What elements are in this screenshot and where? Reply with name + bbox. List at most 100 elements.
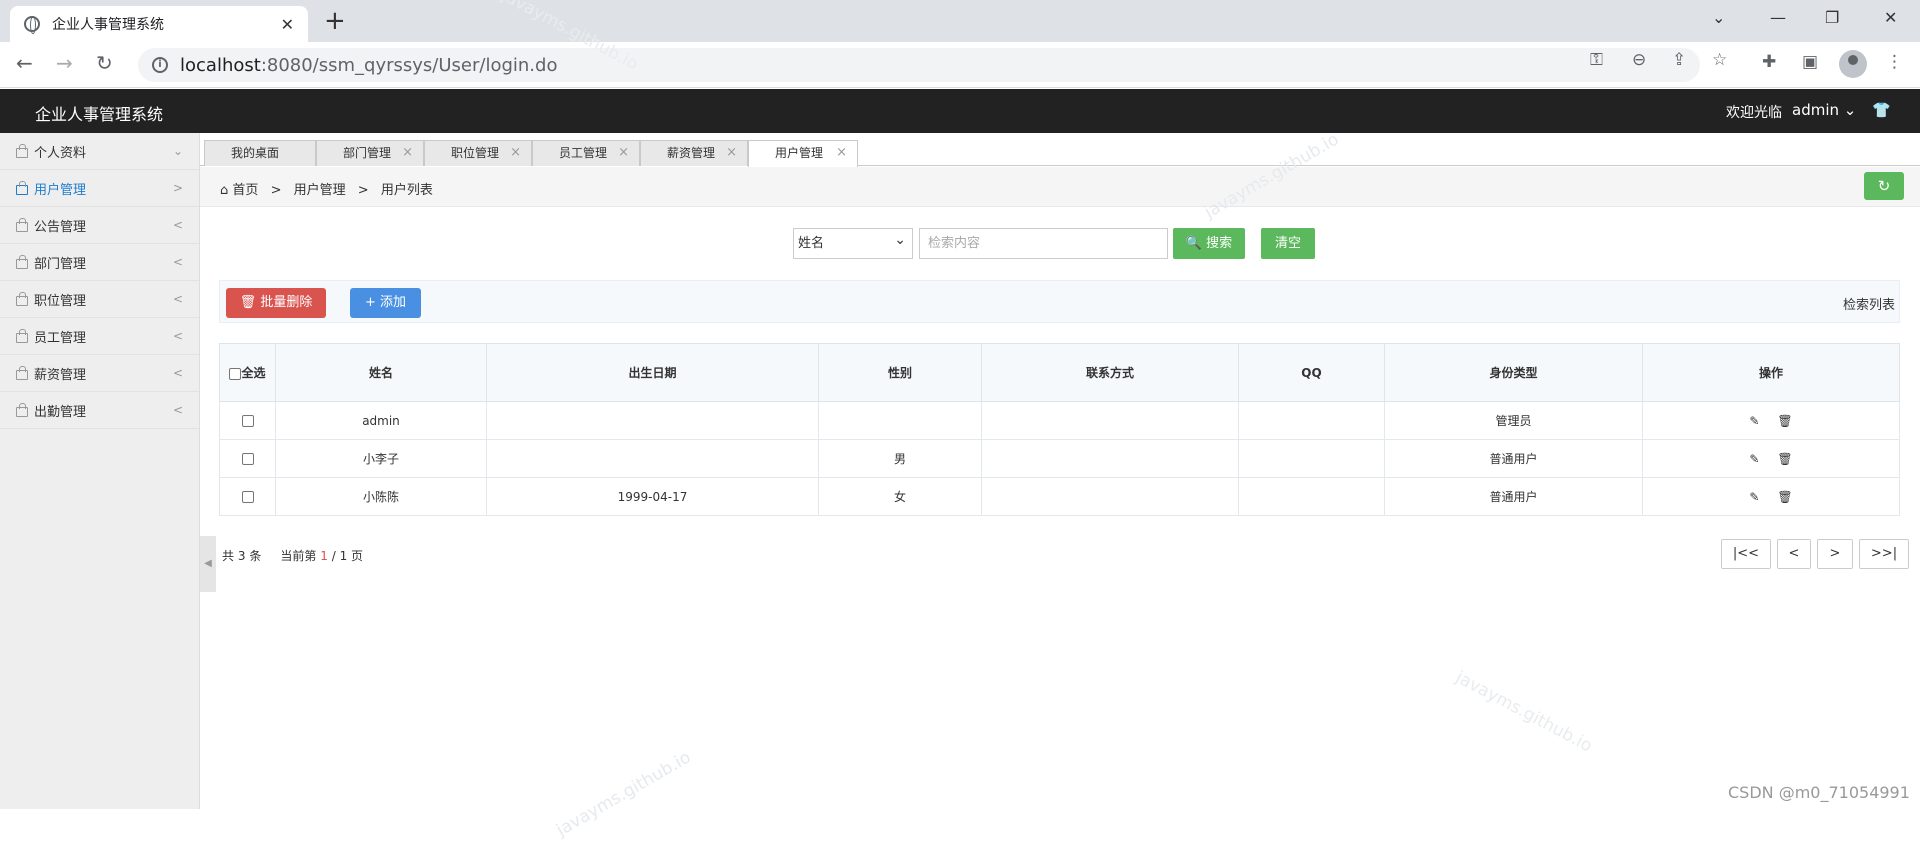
tab-departments[interactable]: 部门管理 ×: [316, 140, 424, 166]
minimize-icon[interactable]: —: [1770, 8, 1786, 27]
col-gender: 性别: [818, 343, 982, 402]
table-row: admin 管理员 ✎ 🗑: [219, 401, 1900, 440]
edit-icon[interactable]: ✎: [1749, 452, 1759, 466]
cell-gender: [818, 401, 982, 440]
breadcrumb-home[interactable]: 首页: [232, 183, 258, 198]
breadcrumb-page: 用户列表: [380, 183, 433, 198]
sidebar-item-salary[interactable]: 薪资管理 <: [0, 355, 199, 392]
tab-search-icon[interactable]: ⌄: [1712, 8, 1725, 27]
pager: |<< < > >>|: [1715, 539, 1909, 569]
bag-icon: [16, 180, 28, 195]
browser-tab[interactable]: 企业人事管理系统 ✕: [10, 6, 308, 42]
tab-positions[interactable]: 职位管理 ×: [424, 140, 532, 166]
sidebar-item-notices[interactable]: 公告管理 <: [0, 207, 199, 244]
bag-icon: [16, 143, 28, 158]
bag-icon: [16, 217, 28, 232]
edit-icon[interactable]: ✎: [1749, 414, 1759, 428]
close-tab-icon[interactable]: ✕: [281, 15, 294, 34]
close-tab-icon[interactable]: ×: [402, 141, 413, 165]
key-icon[interactable]: ⚿: [1590, 50, 1603, 70]
next-page-button[interactable]: >: [1817, 539, 1853, 569]
close-tab-icon[interactable]: ×: [726, 141, 737, 165]
row-checkbox[interactable]: [241, 415, 254, 427]
bag-icon: [16, 291, 28, 306]
zoom-icon[interactable]: ⊖: [1632, 50, 1646, 70]
cell-qq: [1238, 439, 1385, 478]
add-button[interactable]: + 添加: [350, 288, 421, 318]
search-button[interactable]: 🔍 搜索: [1173, 228, 1245, 259]
last-page-button[interactable]: >>|: [1859, 539, 1909, 569]
bag-icon: [16, 365, 28, 380]
select-all-header[interactable]: 全选: [219, 343, 276, 402]
action-toolbar: 🗑 批量删除 + 添加 检索列表: [219, 280, 1900, 323]
cell-qq: [1238, 401, 1385, 440]
sidebar-item-departments[interactable]: 部门管理 <: [0, 244, 199, 281]
sidebar-item-positions[interactable]: 职位管理 <: [0, 281, 199, 318]
cell-name: 小李子: [275, 439, 487, 478]
url-bar[interactable]: i localhost:8080/ssm_qyrssys/User/login.…: [138, 48, 1700, 82]
cell-type: 管理员: [1384, 401, 1643, 440]
new-tab-icon[interactable]: +: [324, 6, 346, 36]
delete-icon[interactable]: 🗑: [1777, 414, 1792, 428]
app-header: 企业人事管理系统 欢迎光临 admin ⌄ 👕: [0, 89, 1920, 133]
sidebar-item-employees[interactable]: 员工管理 <: [0, 318, 199, 355]
first-page-button[interactable]: |<<: [1721, 539, 1771, 569]
profile-avatar[interactable]: [1839, 50, 1867, 78]
csdn-credit: CSDN @m0_71054991: [1728, 783, 1910, 802]
bag-icon: [16, 328, 28, 343]
tab-users[interactable]: 用户管理 ×: [748, 140, 858, 167]
watermark: javayms.github.io: [1452, 667, 1596, 757]
forward-icon[interactable]: →: [56, 51, 73, 75]
share-icon[interactable]: ⇪: [1672, 50, 1686, 70]
tab-desktop[interactable]: 我的桌面: [204, 140, 316, 166]
close-window-icon[interactable]: ✕: [1884, 8, 1897, 27]
breadcrumb-section[interactable]: 用户管理: [294, 183, 346, 198]
col-birth: 出生日期: [486, 343, 819, 402]
theme-shirt-icon[interactable]: 👕: [1872, 101, 1891, 119]
sidebar-collapse-handle[interactable]: ◀: [200, 536, 216, 592]
edit-icon[interactable]: ✎: [1749, 490, 1759, 504]
batch-delete-button[interactable]: 🗑 批量删除: [226, 288, 326, 318]
bookmark-star-icon[interactable]: ☆: [1712, 50, 1727, 70]
menu-dots-icon[interactable]: ⋮: [1886, 52, 1903, 72]
row-checkbox[interactable]: [241, 453, 254, 465]
cell-gender: 女: [818, 477, 982, 516]
site-info-icon[interactable]: i: [152, 57, 168, 73]
delete-icon[interactable]: 🗑: [1777, 452, 1792, 466]
side-panel-icon[interactable]: ▣: [1802, 52, 1818, 72]
page-tabs: 我的桌面 部门管理 × 职位管理 × 员工管理 × 薪资管理 × 用户管理 ×: [200, 136, 1920, 167]
globe-icon: [24, 16, 40, 34]
refresh-button[interactable]: ↻: [1864, 172, 1904, 200]
select-all-checkbox[interactable]: [229, 367, 242, 380]
tab-salary[interactable]: 薪资管理 ×: [640, 140, 748, 166]
breadcrumb-separator: >: [357, 183, 369, 198]
close-tab-icon[interactable]: ×: [836, 141, 847, 165]
clear-button[interactable]: 清空: [1261, 228, 1315, 259]
cell-gender: 男: [818, 439, 982, 478]
chevron-left-icon: <: [172, 292, 183, 306]
reload-icon[interactable]: ↻: [96, 51, 113, 75]
search-icon: 🔍: [1185, 236, 1203, 251]
sidebar-item-attendance[interactable]: 出勤管理 <: [0, 392, 199, 429]
maximize-icon[interactable]: ❐: [1825, 8, 1839, 27]
user-menu[interactable]: admin ⌄: [1792, 101, 1856, 119]
row-checkbox[interactable]: [241, 491, 254, 503]
extensions-icon[interactable]: ✚: [1762, 52, 1776, 72]
sidebar-item-profile[interactable]: 个人资料 ⌄: [0, 133, 199, 170]
tab-employees[interactable]: 员工管理 ×: [532, 140, 640, 166]
col-contact: 联系方式: [981, 343, 1239, 402]
plus-icon: +: [364, 295, 376, 310]
cell-type: 普通用户: [1384, 477, 1643, 516]
trash-icon: 🗑: [239, 295, 257, 310]
prev-page-button[interactable]: <: [1777, 539, 1811, 569]
sidebar-item-users[interactable]: 用户管理 >: [0, 170, 199, 207]
close-tab-icon[interactable]: ×: [618, 141, 629, 165]
bag-icon: [16, 254, 28, 269]
delete-icon[interactable]: 🗑: [1777, 490, 1792, 504]
close-tab-icon[interactable]: ×: [510, 141, 521, 165]
search-bar: 姓名 检索内容 🔍 搜索 清空: [793, 226, 1315, 259]
search-field-select[interactable]: 姓名: [793, 226, 913, 259]
bag-icon: [16, 402, 28, 417]
search-input[interactable]: 检索内容: [919, 228, 1168, 259]
back-icon[interactable]: ←: [16, 51, 33, 75]
